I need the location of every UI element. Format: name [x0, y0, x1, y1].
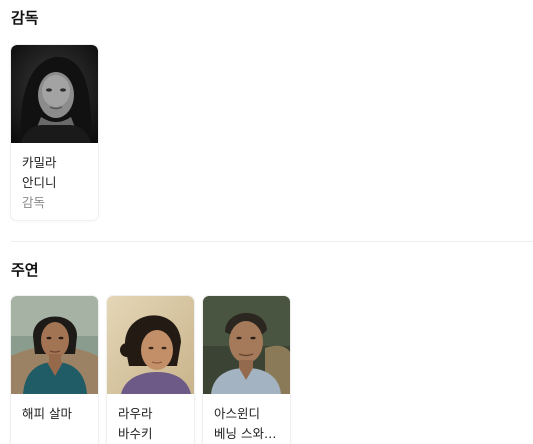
director-photo	[11, 45, 98, 143]
director-section-title: 감독	[11, 9, 39, 27]
director-card[interactable]: 카밀라 안디니 감독	[11, 45, 98, 220]
director-role: 감독	[22, 195, 46, 210]
cast-1-name: 해피 살마	[22, 406, 72, 421]
cast-crew-panel: 감독 카밀라 안디니 감독 주연 해피 살마 라우라 바수키 아스윈디 베닝 스…	[0, 0, 533, 444]
director-card-body: 카밀라 안디니 감독	[11, 143, 98, 220]
cast-2-card-body: 라우라 바수키	[107, 394, 194, 444]
cast-3-photo	[203, 296, 290, 394]
cast-1-photo	[11, 296, 98, 394]
cast-card-1[interactable]: 해피 살마	[11, 296, 98, 444]
section-divider	[11, 241, 533, 242]
cast-1-card-body: 해피 살마	[11, 394, 98, 432]
cast-2-photo	[107, 296, 194, 394]
director-name: 카밀라 안디니	[22, 155, 57, 190]
cast-2-name: 라우라 바수키	[118, 406, 153, 441]
cast-section-title: 주연	[11, 261, 39, 279]
cast-3-name: 아스윈디 베닝 스와…	[214, 406, 277, 441]
cast-3-card-body: 아스윈디 베닝 스와…	[203, 394, 290, 444]
cast-card-2[interactable]: 라우라 바수키	[107, 296, 194, 444]
cast-card-3[interactable]: 아스윈디 베닝 스와…	[203, 296, 290, 444]
